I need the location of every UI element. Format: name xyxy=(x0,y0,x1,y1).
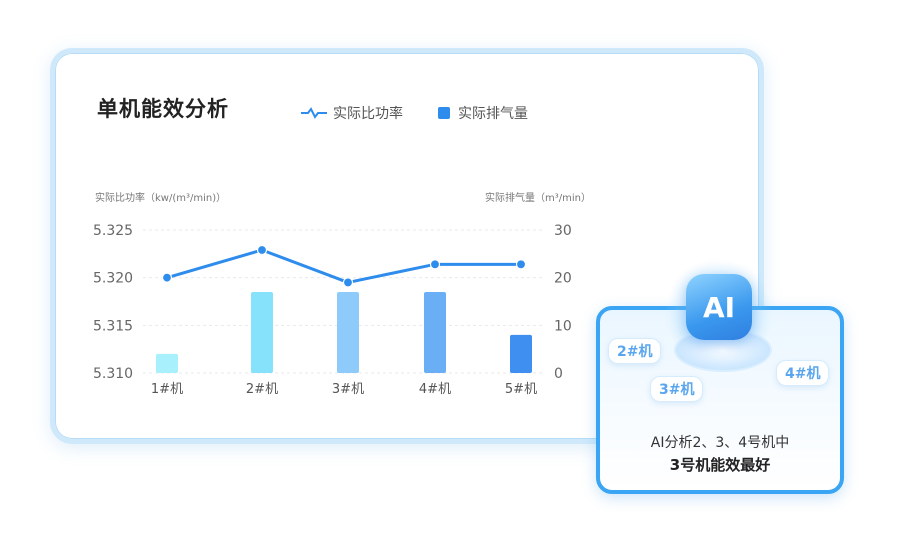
y-right-tick-label: 30 xyxy=(554,223,572,239)
line-point-5 xyxy=(515,259,527,270)
x-tick-label: 3#机 xyxy=(332,382,364,397)
bar-5 xyxy=(510,334,532,373)
ai-analysis-line1: AI分析2、3、4号机中 xyxy=(650,435,790,451)
line-point-1 xyxy=(161,272,173,283)
y-right-tick-label: 10 xyxy=(554,318,572,334)
line-point-2 xyxy=(256,244,268,256)
y-left-tick-label: 5.320 xyxy=(93,271,133,287)
bar-3 xyxy=(337,291,359,373)
x-tick-label: 2#机 xyxy=(246,382,278,397)
y-right-tick-label: 0 xyxy=(554,366,563,382)
y-left-tick-label: 5.310 xyxy=(93,366,133,382)
bar-4 xyxy=(424,291,446,373)
y-right-tick-label: 20 xyxy=(554,271,572,287)
x-tick-label: 1#机 xyxy=(151,382,183,397)
bar-2 xyxy=(251,291,273,373)
bar-1 xyxy=(156,353,178,373)
bubble-machine-2: 2#机 xyxy=(608,338,662,364)
ai-analysis-result: 3号机能效最好 xyxy=(669,456,771,474)
y-left-tick-label: 5.325 xyxy=(93,223,133,239)
x-tick-label: 4#机 xyxy=(419,382,451,397)
line-point-4 xyxy=(429,259,441,270)
line-point-3 xyxy=(342,277,354,288)
ai-badge-icon: AI xyxy=(686,274,752,340)
x-tick-label: 5#机 xyxy=(505,382,537,397)
y-left-tick-label: 5.315 xyxy=(93,318,133,334)
bubble-machine-4: 4#机 xyxy=(776,360,830,386)
bubble-machine-3: 3#机 xyxy=(650,376,704,402)
